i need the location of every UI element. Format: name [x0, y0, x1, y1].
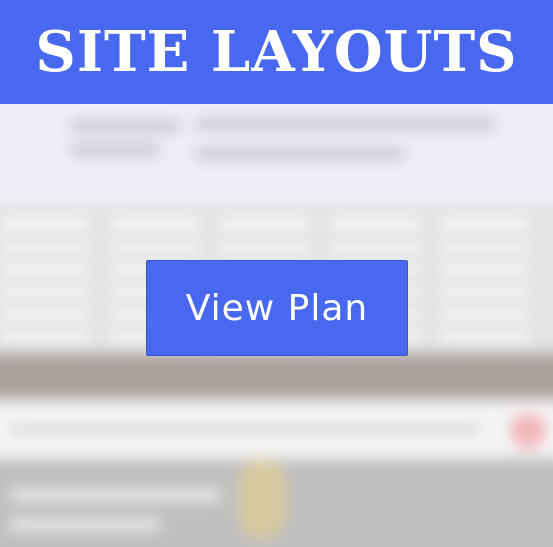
- location-pin-icon: [238, 459, 286, 539]
- site-layouts-card: SITE LAYOUTS View Plan: [0, 0, 553, 547]
- view-plan-button[interactable]: View Plan: [146, 260, 408, 356]
- blurred-info-band: [0, 399, 553, 459]
- page-title: SITE LAYOUTS: [35, 19, 518, 85]
- view-plan-button-label: View Plan: [185, 287, 369, 329]
- blurred-footer: [0, 459, 553, 547]
- section-header: SITE LAYOUTS: [0, 0, 553, 104]
